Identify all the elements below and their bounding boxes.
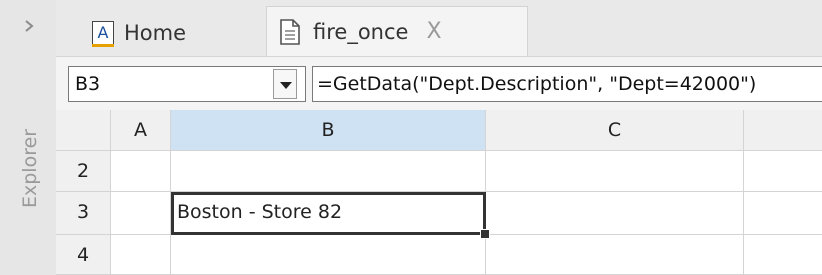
document-icon xyxy=(280,18,300,45)
cell-b4[interactable] xyxy=(171,235,486,275)
column-header-a[interactable]: A xyxy=(111,110,171,151)
cell-c4[interactable] xyxy=(486,235,744,275)
cell-d3[interactable] xyxy=(744,192,822,235)
column-header-c[interactable]: C xyxy=(486,110,744,151)
row-header-3[interactable]: 3 xyxy=(56,192,111,235)
select-all-corner[interactable] xyxy=(56,110,111,151)
cell-c3[interactable] xyxy=(486,192,744,235)
tab-home[interactable]: A Home xyxy=(92,10,262,56)
tab-bar: A Home fire_once X xyxy=(56,0,822,56)
name-box-dropdown-button[interactable] xyxy=(273,69,297,99)
tab-fire-once[interactable]: fire_once X xyxy=(266,6,528,56)
cell-a2[interactable] xyxy=(111,151,171,192)
column-header-d[interactable] xyxy=(744,110,822,151)
spreadsheet-grid[interactable]: A B C 2 3 Boston - Store 82 4 xyxy=(56,110,822,275)
explorer-label: Explorer xyxy=(19,128,41,208)
tab-fire-once-label: fire_once xyxy=(313,19,409,44)
name-box[interactable]: B3 xyxy=(68,66,306,102)
explorer-panel[interactable]: Explorer xyxy=(0,0,56,275)
tab-home-label: Home xyxy=(124,21,187,45)
formula-input[interactable]: =GetData("Dept.Description", "Dept=42000… xyxy=(312,66,822,102)
cell-d2[interactable] xyxy=(744,151,822,192)
cell-b2[interactable] xyxy=(171,151,486,192)
column-header-b[interactable]: B xyxy=(171,110,486,151)
row-header-2[interactable]: 2 xyxy=(56,151,111,192)
cell-c2[interactable] xyxy=(486,151,744,192)
row-header-4[interactable]: 4 xyxy=(56,235,111,275)
cell-a4[interactable] xyxy=(111,235,171,275)
cell-a3[interactable] xyxy=(111,192,171,235)
active-cell-border xyxy=(171,192,486,235)
fill-handle[interactable] xyxy=(480,229,490,239)
text-a-icon: A xyxy=(92,21,114,47)
formula-bar: B3 =GetData("Dept.Description", "Dept=42… xyxy=(56,56,822,111)
close-tab-button[interactable]: X xyxy=(426,19,441,44)
chevron-right-icon[interactable] xyxy=(21,18,37,34)
cell-d4[interactable] xyxy=(744,235,822,275)
